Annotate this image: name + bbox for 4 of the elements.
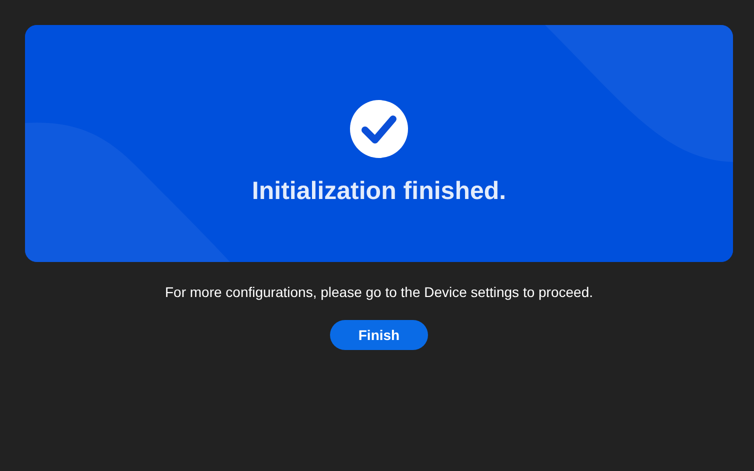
finish-button[interactable]: Finish: [330, 320, 428, 350]
info-message: For more configurations, please go to the Device settings to proceed.: [164, 284, 593, 300]
checkmark-icon: [350, 100, 408, 158]
banner-title: Initialization finished.: [252, 177, 506, 206]
